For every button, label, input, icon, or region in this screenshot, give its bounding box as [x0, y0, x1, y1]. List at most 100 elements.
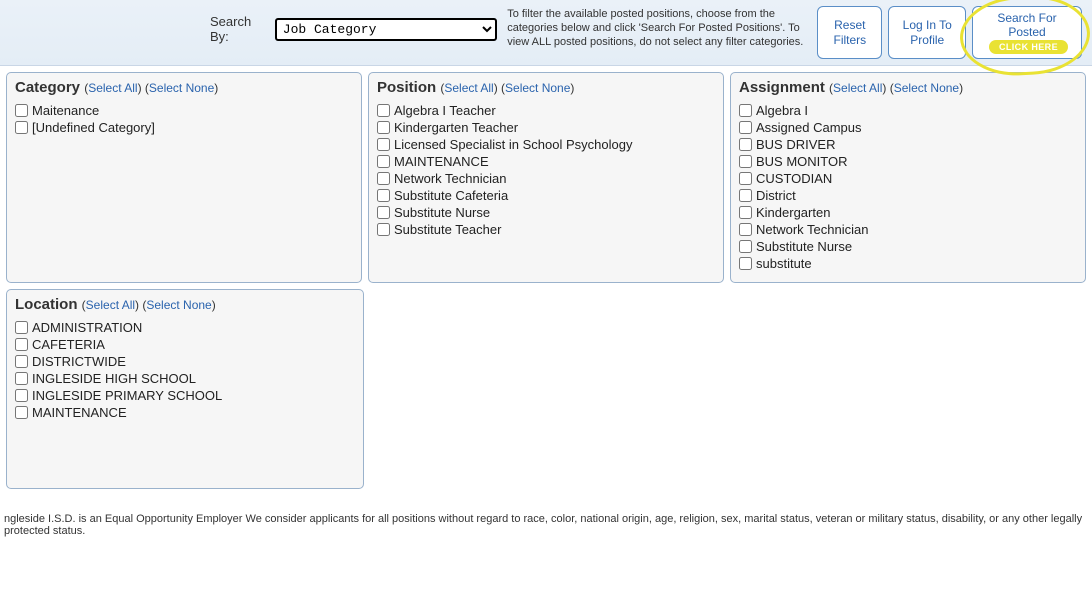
panels-row-1: Category (Select All) (Select None) Mait… — [0, 66, 1092, 289]
list-item-label: ADMINISTRATION — [32, 320, 142, 335]
list-item-label: Substitute Cafeteria — [394, 188, 508, 203]
list-item-label: Substitute Nurse — [394, 205, 490, 220]
list-item-checkbox[interactable] — [15, 406, 28, 419]
action-buttons: Reset Filters Log In To Profile Search F… — [817, 6, 1082, 59]
search-by-block: Search By: Job Category — [210, 14, 497, 44]
list-item-checkbox[interactable] — [15, 372, 28, 385]
list-item[interactable]: Substitute Nurse — [739, 238, 1077, 255]
list-item-checkbox[interactable] — [739, 189, 752, 202]
list-item[interactable]: CAFETERIA — [15, 336, 355, 353]
list-item-checkbox[interactable] — [15, 389, 28, 402]
list-item-checkbox[interactable] — [739, 104, 752, 117]
category-select-all[interactable]: Select All — [88, 81, 137, 95]
list-item[interactable]: MAINTENANCE — [377, 153, 715, 170]
list-item-checkbox[interactable] — [377, 189, 390, 202]
list-item[interactable]: Substitute Nurse — [377, 204, 715, 221]
list-item-label: [Undefined Category] — [32, 120, 155, 135]
list-item-checkbox[interactable] — [377, 206, 390, 219]
list-item[interactable]: MAINTENANCE — [15, 404, 355, 421]
list-item[interactable]: Substitute Teacher — [377, 221, 715, 238]
list-item-checkbox[interactable] — [739, 155, 752, 168]
list-item[interactable]: BUS DRIVER — [739, 136, 1077, 153]
list-item-checkbox[interactable] — [739, 138, 752, 151]
list-item-checkbox[interactable] — [15, 104, 28, 117]
list-item[interactable]: substitute — [739, 255, 1077, 272]
assignment-title: Assignment — [739, 79, 825, 96]
list-item[interactable]: INGLESIDE PRIMARY SCHOOL — [15, 387, 355, 404]
list-item-label: Assigned Campus — [756, 120, 862, 135]
list-item-label: INGLESIDE PRIMARY SCHOOL — [32, 388, 222, 403]
category-items: Maitenance [Undefined Category] — [15, 102, 353, 136]
list-item[interactable]: Assigned Campus — [739, 119, 1077, 136]
position-title: Position — [377, 79, 436, 96]
footer-disclaimer: ngleside I.S.D. is an Equal Opportunity … — [0, 495, 1092, 555]
panels-row-2: Location (Select All) (Select None) ADMI… — [0, 289, 1092, 495]
list-item[interactable]: [Undefined Category] — [15, 119, 353, 136]
list-item-checkbox[interactable] — [377, 138, 390, 151]
list-item-checkbox[interactable] — [377, 223, 390, 236]
list-item-checkbox[interactable] — [739, 223, 752, 236]
reset-filters-button[interactable]: Reset Filters — [817, 6, 882, 59]
list-item[interactable]: Network Technician — [377, 170, 715, 187]
list-item[interactable]: Kindergarten — [739, 204, 1077, 221]
list-item[interactable]: District — [739, 187, 1077, 204]
list-item-checkbox[interactable] — [377, 155, 390, 168]
list-item-checkbox[interactable] — [739, 240, 752, 253]
list-item[interactable]: CUSTODIAN — [739, 170, 1077, 187]
category-header: Category (Select All) (Select None) — [15, 79, 353, 96]
list-item-label: substitute — [756, 256, 812, 271]
list-item[interactable]: DISTRICTWIDE — [15, 353, 355, 370]
list-item-checkbox[interactable] — [15, 321, 28, 334]
list-item[interactable]: Maitenance — [15, 102, 353, 119]
list-item[interactable]: Algebra I — [739, 102, 1077, 119]
list-item-label: Kindergarten — [756, 205, 830, 220]
list-item-checkbox[interactable] — [377, 104, 390, 117]
list-item-label: Licensed Specialist in School Psychology — [394, 137, 632, 152]
list-item-label: Algebra I Teacher — [394, 103, 496, 118]
list-item-checkbox[interactable] — [15, 121, 28, 134]
list-item[interactable]: Kindergarten Teacher — [377, 119, 715, 136]
list-item-label: MAINTENANCE — [32, 405, 127, 420]
list-item-label: Maitenance — [32, 103, 99, 118]
assignment-select-none[interactable]: Select None — [894, 81, 959, 95]
search-posted-positions-button[interactable]: Search For Posted Positions — [972, 6, 1082, 59]
filter-instructions: To filter the available posted positions… — [507, 8, 807, 49]
assignment-header: Assignment (Select All) (Select None) — [739, 79, 1077, 96]
location-select-none[interactable]: Select None — [146, 298, 211, 312]
search-by-select[interactable]: Job Category — [275, 18, 497, 41]
login-profile-button[interactable]: Log In To Profile — [888, 6, 966, 59]
list-item[interactable]: Network Technician — [739, 221, 1077, 238]
list-item-checkbox[interactable] — [377, 121, 390, 134]
location-select-all[interactable]: Select All — [86, 298, 135, 312]
position-items: Algebra I Teacher Kindergarten Teacher Lic… — [377, 102, 715, 238]
category-title: Category — [15, 79, 80, 96]
list-item-checkbox[interactable] — [739, 206, 752, 219]
list-item-checkbox[interactable] — [739, 121, 752, 134]
category-panel: Category (Select All) (Select None) Mait… — [6, 72, 362, 283]
search-by-label: Search By: — [210, 14, 269, 44]
location-title: Location — [15, 296, 78, 313]
list-item[interactable]: INGLESIDE HIGH SCHOOL — [15, 370, 355, 387]
list-item-label: CAFETERIA — [32, 337, 105, 352]
list-item-label: Network Technician — [394, 171, 506, 186]
list-item-checkbox[interactable] — [739, 257, 752, 270]
list-item-checkbox[interactable] — [739, 172, 752, 185]
list-item-checkbox[interactable] — [377, 172, 390, 185]
list-item[interactable]: Licensed Specialist in School Psychology — [377, 136, 715, 153]
list-item-checkbox[interactable] — [15, 338, 28, 351]
position-select-none[interactable]: Select None — [505, 81, 570, 95]
position-panel: Position (Select All) (Select None) Alge… — [368, 72, 724, 283]
list-item-label: Network Technician — [756, 222, 868, 237]
list-item-checkbox[interactable] — [15, 355, 28, 368]
position-select-all[interactable]: Select All — [444, 81, 493, 95]
list-item[interactable]: Algebra I Teacher — [377, 102, 715, 119]
position-header: Position (Select All) (Select None) — [377, 79, 715, 96]
list-item[interactable]: BUS MONITOR — [739, 153, 1077, 170]
assignment-select-all[interactable]: Select All — [833, 81, 882, 95]
list-item[interactable]: ADMINISTRATION — [15, 319, 355, 336]
top-bar: Search By: Job Category To filter the av… — [0, 0, 1092, 66]
category-select-none[interactable]: Select None — [149, 81, 214, 95]
list-item[interactable]: Substitute Cafeteria — [377, 187, 715, 204]
list-item-label: District — [756, 188, 796, 203]
list-item-label: Kindergarten Teacher — [394, 120, 518, 135]
